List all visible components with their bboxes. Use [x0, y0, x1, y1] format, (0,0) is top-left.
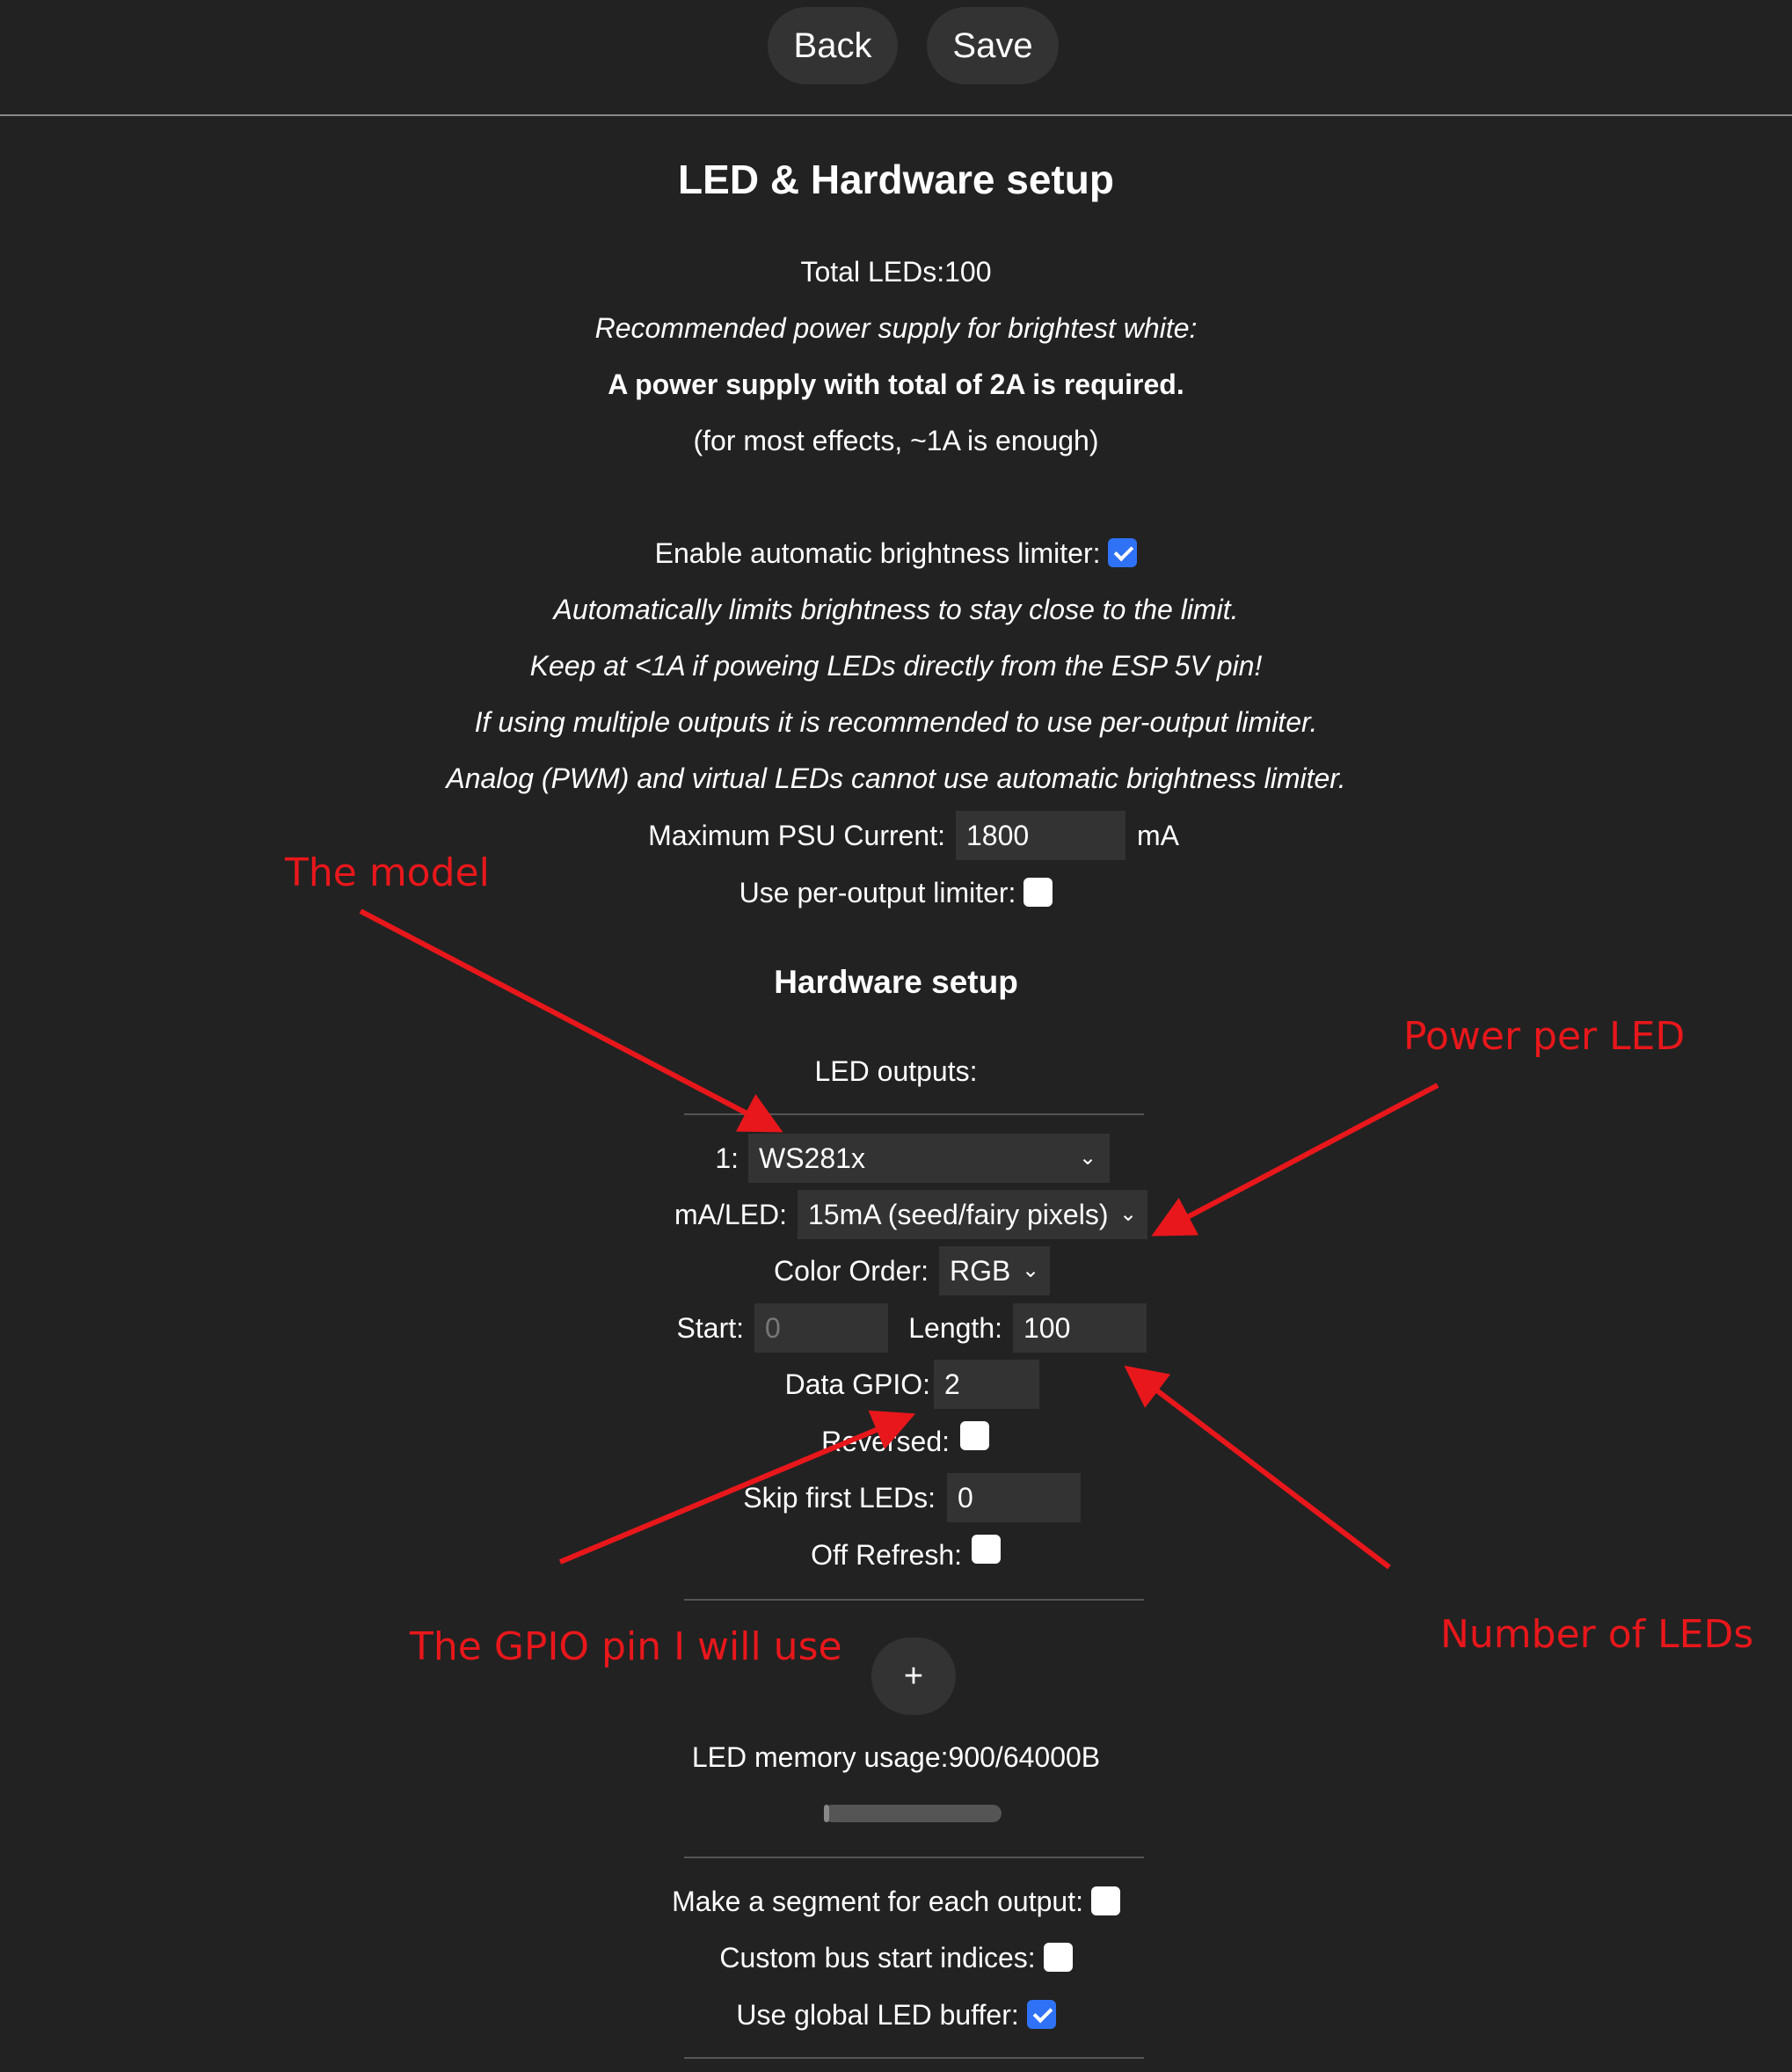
num-leds-arrow	[1124, 1365, 1391, 1570]
annotation-power-per-led: Power per LED	[1403, 1014, 1686, 1059]
gpio-pin-arrow	[558, 1410, 916, 1565]
annotation-model: The model	[285, 850, 490, 895]
model-arrow	[359, 908, 783, 1133]
power-per-led-arrow	[1151, 1083, 1439, 1237]
annotation-num-leds: Number of LEDs	[1440, 1612, 1754, 1657]
annotation-gpio-pin: The GPIO pin I will use	[410, 1624, 842, 1669]
